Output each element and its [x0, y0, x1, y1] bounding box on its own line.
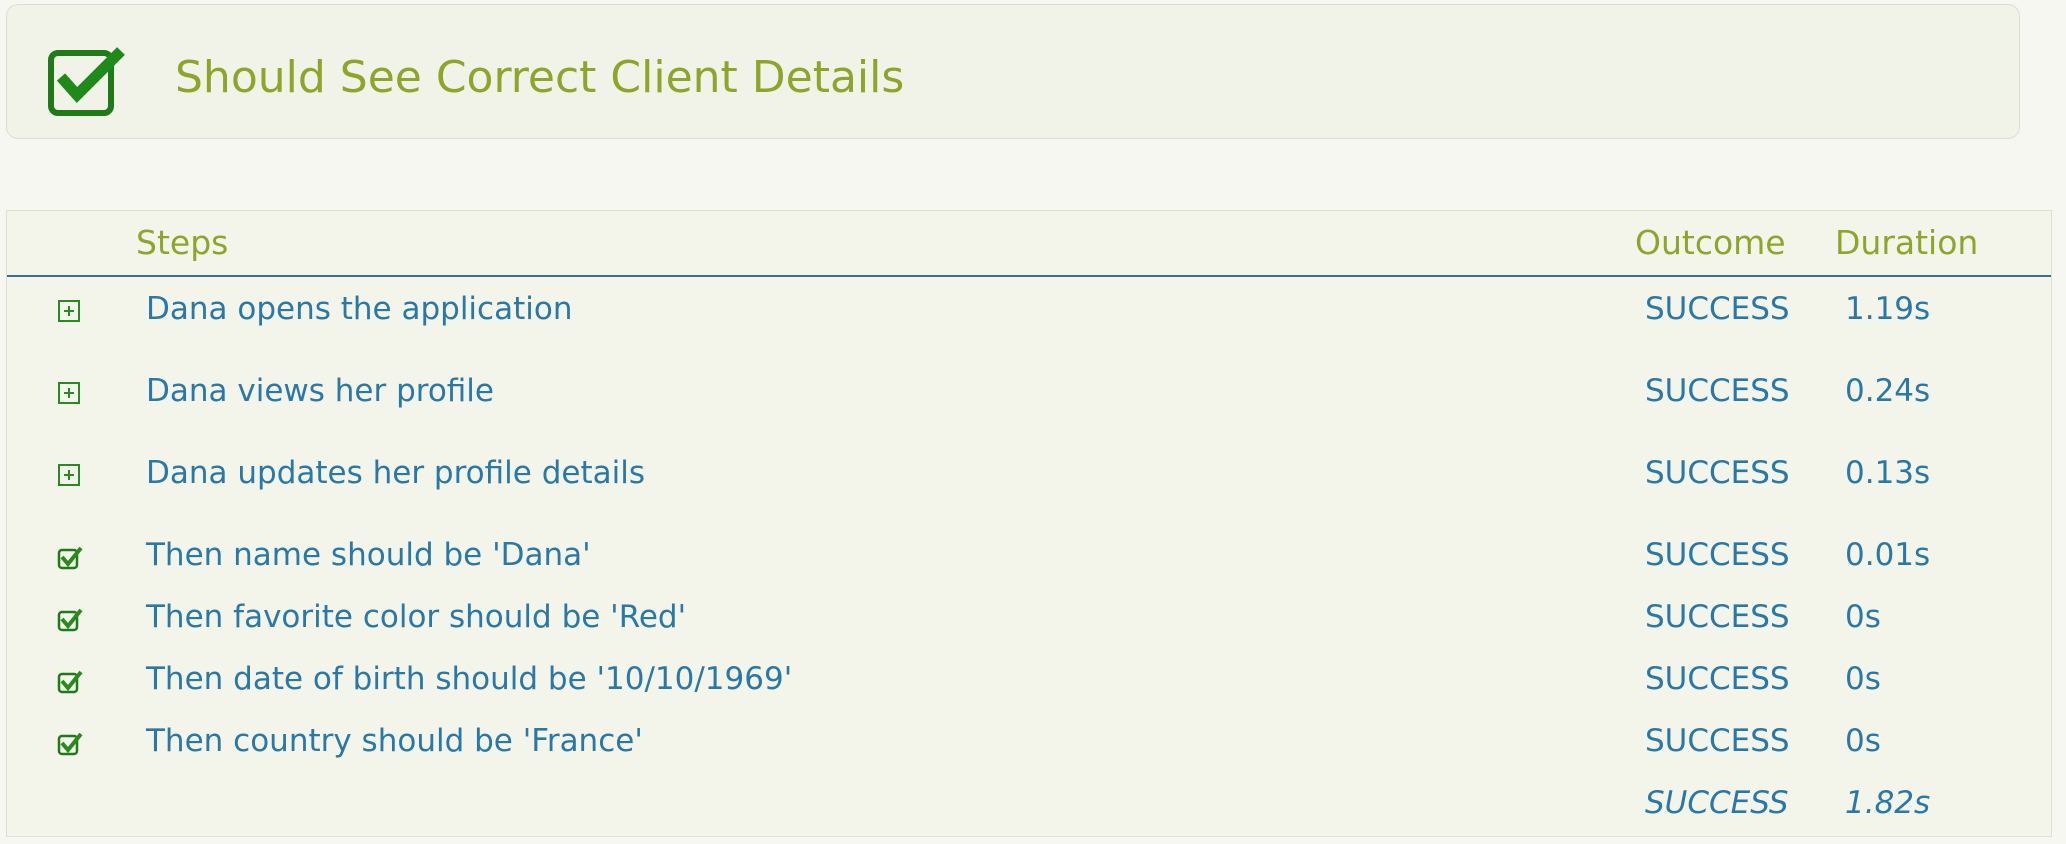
check-icon: [57, 545, 83, 571]
step-outcome: SUCCESS: [1645, 661, 1790, 697]
column-header-steps: Steps: [136, 223, 229, 262]
column-header-outcome: Outcome: [1635, 223, 1786, 262]
step-duration: 0.13s: [1845, 455, 1931, 491]
expand-plus-icon[interactable]: [57, 381, 83, 407]
step-outcome: SUCCESS: [1645, 291, 1790, 327]
step-description: Then date of birth should be '10/10/1969…: [146, 661, 793, 697]
total-duration: 1.82s: [1845, 785, 1931, 821]
step-outcome: SUCCESS: [1645, 373, 1790, 409]
step-duration: 1.19s: [1845, 291, 1931, 327]
step-description[interactable]: Dana opens the application: [146, 291, 572, 327]
check-icon: [57, 731, 83, 757]
step-duration: 0s: [1845, 723, 1881, 759]
expand-plus-icon[interactable]: [57, 299, 83, 325]
scenario-title-panel: Should See Correct Client Details: [6, 4, 2020, 139]
step-duration: 0s: [1845, 599, 1881, 635]
step-description: Then country should be 'France': [146, 723, 643, 759]
step-duration: 0.01s: [1845, 537, 1931, 573]
step-description: Then name should be 'Dana': [146, 537, 591, 573]
step-outcome: SUCCESS: [1645, 537, 1790, 573]
step-outcome: SUCCESS: [1645, 599, 1790, 635]
step-description[interactable]: Dana views her profile: [146, 373, 494, 409]
checkbox-checked-icon: [47, 47, 127, 117]
step-outcome: SUCCESS: [1645, 455, 1790, 491]
scenario-title: Should See Correct Client Details: [175, 52, 905, 103]
step-outcome: SUCCESS: [1645, 723, 1790, 759]
column-header-duration: Duration: [1835, 223, 1979, 262]
check-icon: [57, 607, 83, 633]
step-description: Then favorite color should be 'Red': [146, 599, 687, 635]
total-outcome: SUCCESS: [1645, 785, 1789, 821]
step-description[interactable]: Dana updates her profile details: [146, 455, 645, 491]
step-duration: 0.24s: [1845, 373, 1931, 409]
check-icon: [57, 669, 83, 695]
steps-table: Steps Outcome Duration Dana opens the ap…: [6, 210, 2052, 837]
table-header: Steps Outcome Duration: [7, 211, 2051, 277]
expand-plus-icon[interactable]: [57, 463, 83, 489]
step-duration: 0s: [1845, 661, 1881, 697]
